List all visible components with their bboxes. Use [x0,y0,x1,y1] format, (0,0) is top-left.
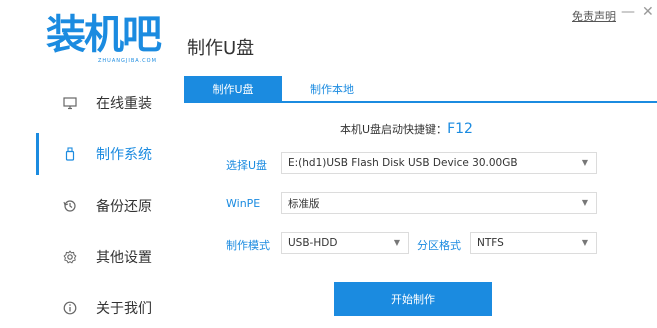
winpe-select-value: 标准版 [288,197,320,210]
tab-make-usb[interactable]: 制作U盘 [184,76,282,101]
make-mode-select[interactable]: USB-HDD ▼ [281,232,409,254]
usb-select-label: 选择U盘 [226,159,268,172]
start-make-button[interactable]: 开始制作 [334,282,492,316]
partition-format-value: NTFS [477,237,504,249]
logo-subtext: ZHUANGJIBA.COM [98,58,157,64]
partition-format-select[interactable]: NTFS ▼ [470,232,597,254]
sidebar-item-other-settings[interactable]: 其他设置 [0,237,178,277]
sidebar-item-about-us[interactable]: 关于我们 [0,288,178,328]
usb-select-value: E:(hd1)USB Flash Disk USB Device 30.00GB [288,157,518,169]
disclaimer-link[interactable]: 免责声明 [572,8,616,24]
tab-make-local[interactable]: 制作本地 [282,76,382,101]
make-mode-label: 制作模式 [226,239,270,252]
sidebar: 装机吧 ZHUANGJIBA.COM 在线重装 制作系统 备份还原 其他设置 关… [0,0,178,317]
tab-bar: 制作U盘 制作本地 [184,76,657,103]
sidebar-item-online-reinstall[interactable]: 在线重装 [0,83,178,123]
minimize-button[interactable]: — [621,4,635,20]
monitor-icon [62,95,78,111]
usb-select[interactable]: E:(hd1)USB Flash Disk USB Device 30.00GB… [281,152,597,174]
chevron-down-icon: ▼ [393,238,400,247]
sidebar-item-label: 关于我们 [96,301,152,317]
page-title: 制作U盘 [187,38,255,59]
hotkey-key: F12 [447,121,473,137]
chevron-down-icon: ▼ [581,158,588,167]
chevron-down-icon: ▼ [581,198,588,207]
sidebar-item-label: 制作系统 [96,147,152,163]
logo-text: 装机吧 [46,12,162,58]
backup-icon [62,198,78,214]
sidebar-item-label: 备份还原 [96,199,152,215]
sidebar-item-make-system[interactable]: 制作系统 [0,134,178,174]
brand-logo: 装机吧 ZHUANGJIBA.COM [46,14,166,64]
sidebar-item-label: 在线重装 [96,96,152,112]
winpe-select[interactable]: 标准版 ▼ [281,192,597,214]
chevron-down-icon: ▼ [581,238,588,247]
usb-boot-hotkey: 本机U盘启动快捷键：F12 [340,121,473,137]
gear-icon [62,249,78,265]
sidebar-item-label: 其他设置 [96,250,152,266]
partition-format-label: 分区格式 [417,239,461,252]
winpe-label: WinPE [226,197,261,210]
usb-icon [62,146,78,162]
make-mode-value: USB-HDD [288,237,338,249]
sidebar-item-backup-restore[interactable]: 备份还原 [0,186,178,226]
close-button[interactable]: ✕ [642,4,654,20]
hotkey-prefix: 本机U盘启动快捷键： [340,123,448,136]
info-icon [62,300,78,316]
